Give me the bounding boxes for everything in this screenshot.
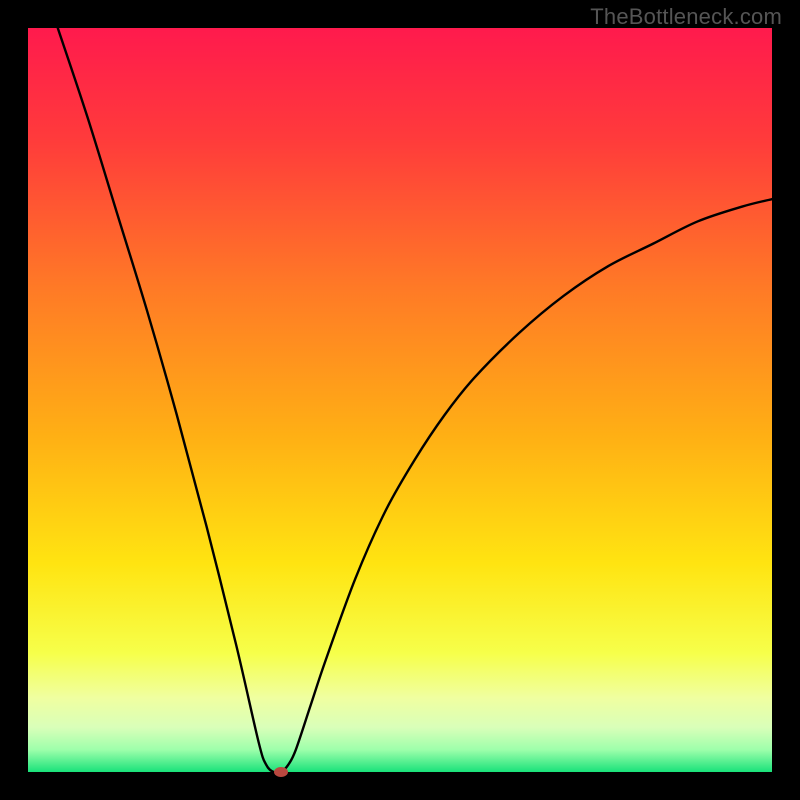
chart-stage: TheBottleneck.com: [0, 0, 800, 800]
watermark-text: TheBottleneck.com: [590, 4, 782, 30]
minimum-marker-dot: [274, 767, 288, 777]
gradient-background: [28, 28, 772, 772]
